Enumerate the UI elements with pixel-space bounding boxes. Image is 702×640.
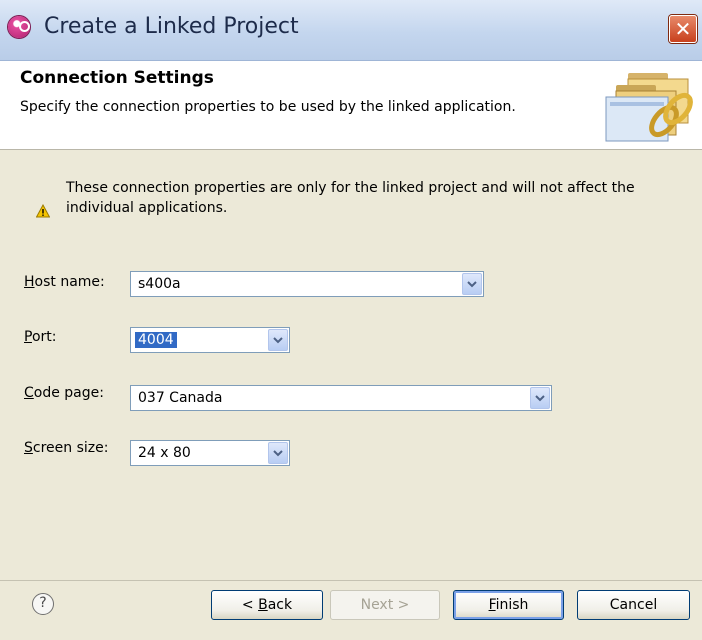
cancel-button[interactable]: Cancel — [577, 590, 690, 620]
finish-button[interactable]: Finish — [453, 590, 564, 620]
page-description: Specify the connection properties to be … — [20, 99, 516, 115]
linked-folders-icon — [605, 73, 693, 142]
warning-icon — [36, 204, 50, 218]
title-bar[interactable]: Create a Linked Project ✕ — [0, 0, 702, 61]
wizard-content: These connection properties are only for… — [0, 150, 702, 580]
host-name-combo[interactable]: s400a — [130, 271, 484, 297]
wizard-banner: Connection Settings Specify the connecti… — [0, 61, 702, 150]
app-icon — [8, 16, 30, 38]
warning-message: These connection properties are only for… — [66, 180, 635, 216]
chevron-down-icon[interactable] — [462, 273, 482, 295]
close-button[interactable]: ✕ — [669, 15, 697, 43]
code-page-label: Code page: — [24, 385, 104, 401]
chevron-down-icon[interactable] — [268, 442, 288, 464]
screen-size-label: Screen size: — [24, 440, 109, 456]
port-combo[interactable]: 4004 — [130, 327, 290, 353]
port-label: Port: — [24, 329, 57, 345]
host-name-label: Host name: — [24, 274, 105, 290]
next-button[interactable]: Next > — [330, 590, 440, 620]
host-name-value: s400a — [138, 276, 181, 292]
dialog-window: Create a Linked Project ✕ Connection Set… — [0, 0, 702, 640]
close-icon: ✕ — [674, 17, 692, 41]
screen-size-combo[interactable]: 24 x 80 — [130, 440, 290, 466]
chevron-down-icon[interactable] — [530, 387, 550, 409]
back-button[interactable]: < Back — [211, 590, 323, 620]
window-title: Create a Linked Project — [44, 14, 299, 39]
help-icon[interactable]: ? — [32, 593, 54, 615]
page-title: Connection Settings — [20, 68, 214, 88]
button-bar: ? < Back Next > Finish Cancel — [0, 580, 702, 640]
screen-size-value: 24 x 80 — [138, 445, 191, 461]
code-page-combo[interactable]: 037 Canada — [130, 385, 552, 411]
port-value: 4004 — [135, 332, 177, 348]
chevron-down-icon[interactable] — [268, 329, 288, 351]
code-page-value: 037 Canada — [138, 390, 223, 406]
